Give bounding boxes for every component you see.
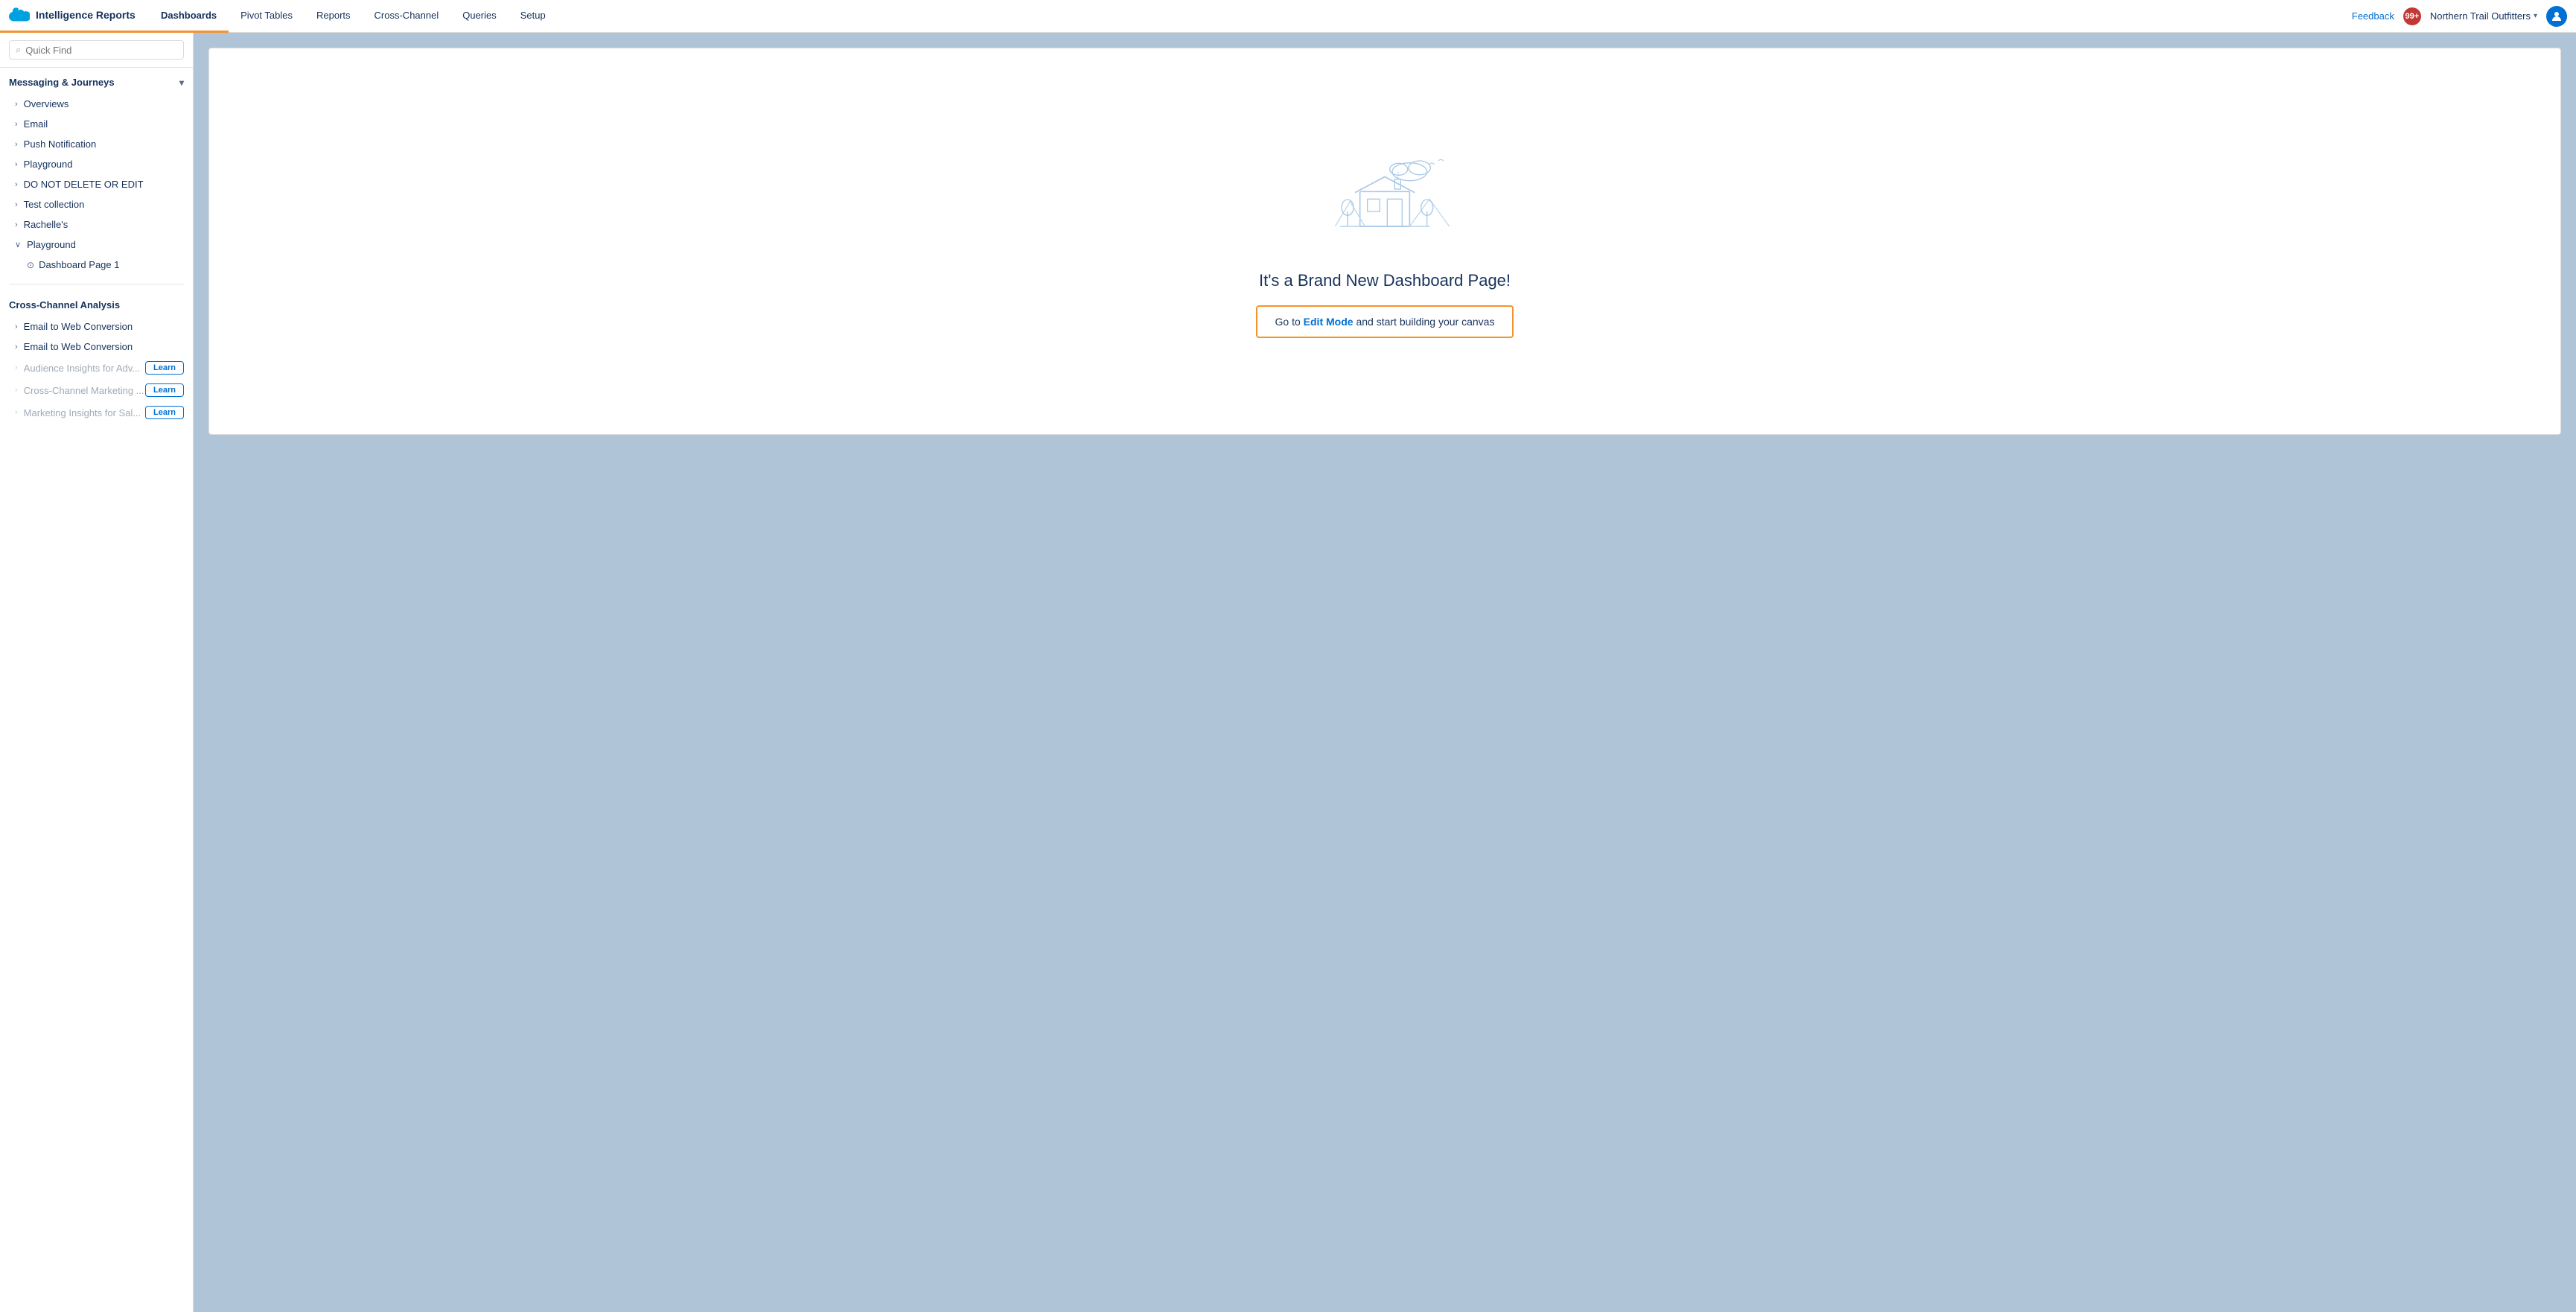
sidebar-item-rachelles[interactable]: › Rachelle's: [0, 214, 193, 235]
edit-mode-link[interactable]: Edit Mode: [1304, 316, 1354, 328]
tab-reports[interactable]: Reports: [305, 0, 363, 33]
chevron-icon: ›: [15, 322, 18, 331]
section-header-cross-channel: Cross-Channel Analysis: [0, 299, 193, 316]
empty-state-title: It's a Brand New Dashboard Page!: [1259, 271, 1511, 290]
learn-button-audience-insights[interactable]: Learn: [145, 361, 184, 375]
app-logo[interactable]: Intelligence Reports: [0, 0, 149, 33]
chevron-icon: ›: [15, 160, 18, 169]
sidebar-item-label: Email: [24, 118, 48, 130]
dashboard-empty-state: It's a Brand New Dashboard Page! Go to E…: [208, 48, 2561, 435]
org-dropdown-icon: ▾: [2534, 12, 2537, 20]
sidebar-item-label: Test collection: [24, 199, 85, 210]
nav-right-area: Feedback 99+ Northern Trail Outfitters ▾: [2343, 6, 2576, 27]
section-toggle-messaging[interactable]: ▾: [179, 77, 184, 88]
chevron-icon: ›: [15, 386, 18, 395]
tab-pivot-tables[interactable]: Pivot Tables: [229, 0, 305, 33]
learn-button-cross-channel-marketing[interactable]: Learn: [145, 383, 184, 397]
chevron-icon: ›: [15, 343, 18, 351]
sidebar-item-label: DO NOT DELETE OR EDIT: [24, 179, 144, 190]
sidebar-section-messaging: Messaging & Journeys ▾ › Overviews › Ema…: [0, 68, 193, 278]
salesforce-logo-icon: [9, 4, 30, 25]
sidebar-item-label: Playground: [27, 239, 76, 250]
bottom-background-area: [194, 435, 2576, 1312]
notification-icon: 99+: [2403, 7, 2421, 25]
chevron-icon: ›: [15, 363, 18, 372]
edit-mode-prefix: Go to: [1275, 316, 1304, 328]
empty-state-illustration: [1310, 144, 1459, 249]
section-title-cross-channel: Cross-Channel Analysis: [9, 299, 120, 311]
sidebar-item-cross-channel-marketing: › Cross-Channel Marketing ... Learn: [0, 379, 193, 401]
org-name-label: Northern Trail Outfitters: [2430, 10, 2531, 22]
user-icon: [2550, 10, 2563, 23]
sidebar-item-label: Email to Web Conversion: [24, 341, 133, 352]
search-icon: ⌕: [16, 44, 21, 56]
sidebar-item-label: Playground: [24, 159, 73, 170]
nav-tabs: Dashboards Pivot Tables Reports Cross-Ch…: [149, 0, 2343, 33]
sidebar-item-email[interactable]: › Email: [0, 114, 193, 134]
sidebar-item-label: Push Notification: [24, 138, 97, 150]
sidebar-item-label: Email to Web Conversion: [24, 321, 133, 332]
sidebar: ⌕ Messaging & Journeys ▾ › Overviews › E…: [0, 33, 194, 1312]
sidebar-item-label: Cross-Channel Marketing ...: [24, 385, 145, 396]
search-area: ⌕: [0, 33, 193, 68]
sidebar-item-label: Audience Insights for Adv...: [24, 363, 145, 374]
search-wrap[interactable]: ⌕: [9, 40, 184, 60]
sidebar-section-cross-channel: Cross-Channel Analysis › Email to Web Co…: [0, 290, 193, 427]
dashboard-page-icon: ⊙: [27, 260, 34, 270]
sidebar-item-push-notification[interactable]: › Push Notification: [0, 134, 193, 154]
sidebar-item-label: Overviews: [24, 98, 69, 109]
sidebar-item-email-to-web-1[interactable]: › Email to Web Conversion: [0, 316, 193, 337]
tab-cross-channel[interactable]: Cross-Channel: [363, 0, 451, 33]
sidebar-item-marketing-insights: › Marketing Insights for Sal... Learn: [0, 401, 193, 424]
sidebar-item-playground-expanded[interactable]: ∨ Playground: [0, 235, 193, 255]
page-layout: ⌕ Messaging & Journeys ▾ › Overviews › E…: [0, 33, 2576, 1312]
sidebar-item-label: Marketing Insights for Sal...: [24, 407, 145, 418]
chevron-icon: ›: [15, 408, 18, 417]
user-avatar[interactable]: [2546, 6, 2567, 27]
sidebar-item-label: Rachelle's: [24, 219, 68, 230]
tab-dashboards[interactable]: Dashboards: [149, 0, 229, 33]
notification-count: 99+: [2406, 12, 2420, 21]
search-input[interactable]: [25, 45, 177, 56]
chevron-icon: ›: [15, 100, 18, 109]
top-navigation: Intelligence Reports Dashboards Pivot Ta…: [0, 0, 2576, 33]
chevron-icon: ∨: [15, 240, 21, 249]
edit-mode-suffix: and start building your canvas: [1354, 316, 1495, 328]
tab-queries[interactable]: Queries: [450, 0, 508, 33]
chevron-icon: ›: [15, 180, 18, 189]
section-title-messaging: Messaging & Journeys: [9, 77, 115, 88]
chevron-icon: ›: [15, 140, 18, 149]
sidebar-item-label: Dashboard Page 1: [39, 259, 119, 270]
sidebar-item-audience-insights: › Audience Insights for Adv... Learn: [0, 357, 193, 379]
app-title: Intelligence Reports: [36, 9, 136, 21]
sidebar-item-playground[interactable]: › Playground: [0, 154, 193, 174]
chevron-icon: ›: [15, 220, 18, 229]
feedback-button[interactable]: Feedback: [2352, 10, 2394, 22]
chevron-icon: ›: [15, 120, 18, 129]
main-content: It's a Brand New Dashboard Page! Go to E…: [194, 33, 2576, 1312]
learn-button-marketing-insights[interactable]: Learn: [145, 406, 184, 419]
sidebar-item-test-collection[interactable]: › Test collection: [0, 194, 193, 214]
edit-mode-prompt: Go to Edit Mode and start building your …: [1256, 305, 1514, 338]
sidebar-item-email-to-web-2[interactable]: › Email to Web Conversion: [0, 337, 193, 357]
notification-bell[interactable]: 99+: [2403, 7, 2421, 25]
section-header-messaging: Messaging & Journeys ▾: [0, 77, 193, 94]
org-selector[interactable]: Northern Trail Outfitters ▾: [2430, 10, 2537, 22]
sidebar-item-do-not-delete[interactable]: › DO NOT DELETE OR EDIT: [0, 174, 193, 194]
sidebar-item-dashboard-page-1[interactable]: ⊙ Dashboard Page 1: [0, 255, 193, 275]
chevron-icon: ›: [15, 200, 18, 209]
sidebar-item-overviews[interactable]: › Overviews: [0, 94, 193, 114]
tab-setup[interactable]: Setup: [508, 0, 558, 33]
